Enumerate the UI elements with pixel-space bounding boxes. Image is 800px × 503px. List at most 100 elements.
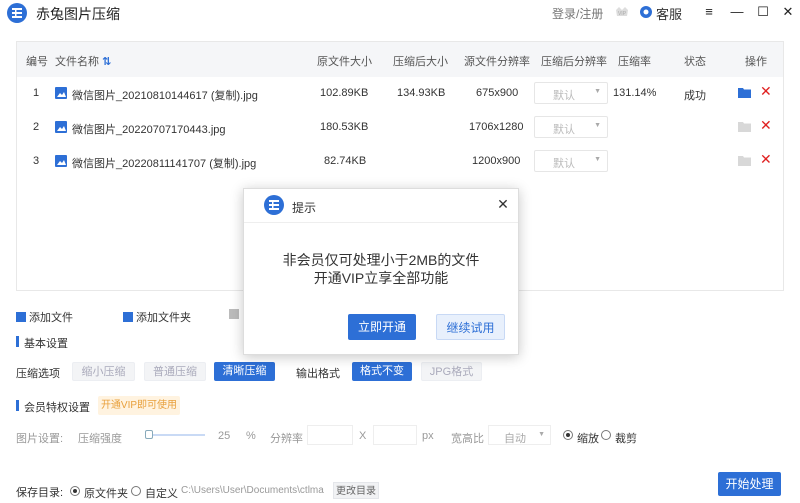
maximize-icon[interactable]: ☐ [755, 4, 771, 20]
strength-slider-handle[interactable] [145, 430, 153, 439]
image-settings-label: 图片设置: [16, 433, 64, 445]
scale-label: 缩放 [577, 433, 599, 445]
compress-options-label: 压缩选项 [16, 368, 60, 380]
app-logo-icon [7, 3, 27, 23]
save-path-field[interactable]: C:\Users\User\Documents\ctlma [181, 482, 327, 499]
open-vip-button[interactable]: 立即开通 [348, 314, 416, 340]
row-src-res: 675x900 [476, 87, 519, 99]
crop-radio[interactable] [601, 430, 611, 440]
dialog-message-line2: 开通VIP立享全部功能 [313, 270, 449, 286]
dialog-header: 提示 ✕ [244, 189, 518, 223]
header-orig-size: 原文件大小 [317, 56, 372, 68]
resolution-select[interactable]: 默认 ▼ [534, 150, 608, 172]
strength-slider-track[interactable] [145, 434, 205, 436]
shrink-compress-button[interactable]: 缩小压缩 [72, 362, 135, 381]
start-button[interactable]: 开始处理 [718, 472, 781, 496]
vip-tag[interactable]: 开通VIP即可使用 [98, 396, 180, 415]
keep-format-button[interactable]: 格式不变 [352, 362, 412, 381]
table-row[interactable]: 3 微信图片_20220811141707 (复制).jpg 82.74KB 1… [17, 145, 783, 179]
row-orig-size: 82.74KB [324, 155, 367, 167]
row-filename: 微信图片_20220811141707 (复制).jpg [72, 158, 257, 170]
height-input[interactable] [373, 425, 417, 445]
folder-icon [123, 312, 133, 322]
clear-compress-button[interactable]: 清晰压缩 [214, 362, 275, 381]
dialog-message-line1: 非会员仅可处理小于2MB的文件 [282, 252, 480, 268]
normal-compress-button[interactable]: 普通压缩 [144, 362, 206, 381]
header-actions: 操作 [745, 56, 767, 68]
resolution-select[interactable]: 默认 ▼ [534, 116, 608, 138]
open-folder-icon[interactable] [738, 155, 751, 166]
original-folder-label: 原文件夹 [84, 488, 128, 500]
row-index: 3 [33, 155, 40, 167]
row-comp-size: 134.93KB [397, 87, 446, 99]
row-index: 2 [33, 121, 40, 133]
svg-text:VIP: VIP [618, 11, 627, 17]
sort-icon[interactable]: ⇅ [102, 55, 111, 68]
open-folder-icon[interactable] [738, 121, 751, 132]
row-orig-size: 180.53KB [320, 121, 369, 133]
chevron-down-icon: ▼ [538, 431, 545, 438]
delete-icon[interactable]: ✕ [760, 84, 772, 98]
minimize-icon[interactable]: — [729, 4, 745, 20]
add-folder-button[interactable]: 添加文件夹 [123, 309, 191, 325]
percent-unit: % [246, 430, 256, 442]
vip-prompt-dialog: 提示 ✕ 非会员仅可处理小于2MB的文件 开通VIP立享全部功能 立即开通 继续… [243, 188, 519, 355]
clear-list-button[interactable] [229, 309, 242, 321]
customer-service-icon[interactable] [639, 5, 653, 19]
table-header: 编号 文件名称 ⇅ 原文件大小 压缩后大小 源文件分辨率 压缩后分辨率 压缩率 状… [17, 42, 783, 77]
delete-icon[interactable]: ✕ [760, 152, 772, 166]
px-unit: px [422, 430, 434, 442]
aspect-ratio-select[interactable]: 自动 ▼ [488, 425, 551, 445]
login-register-link[interactable]: 登录/注册 [552, 5, 603, 22]
row-src-res: 1706x1280 [469, 121, 524, 133]
custom-folder-radio[interactable] [131, 486, 141, 496]
dialog-title: 提示 [292, 201, 317, 215]
close-icon[interactable]: ✕ [496, 197, 510, 211]
add-file-icon [16, 312, 26, 322]
row-filename: 微信图片_20220707170443.jpg [72, 124, 226, 136]
image-file-icon [55, 121, 67, 133]
resolution-label: 分辨率 [270, 433, 303, 445]
header-comp-size: 压缩后大小 [393, 56, 448, 68]
strength-label: 压缩强度 [78, 433, 122, 445]
x-separator: X [359, 430, 367, 442]
image-file-icon [55, 155, 67, 167]
delete-icon[interactable]: ✕ [760, 118, 772, 132]
row-ratio: 131.14% [613, 87, 657, 99]
aspect-ratio-label: 宽高比 [451, 433, 484, 445]
row-filename: 微信图片_20210810144617 (复制).jpg [72, 90, 258, 102]
resolution-select[interactable]: 默认 ▼ [534, 82, 608, 104]
vip-settings-title: 会员特权设置 [16, 399, 90, 415]
row-status: 成功 [684, 90, 706, 102]
close-window-icon[interactable]: ✕ [780, 4, 796, 20]
menu-icon[interactable]: ≡ [701, 4, 717, 20]
scale-radio[interactable] [563, 430, 573, 440]
jpg-format-button[interactable]: JPG格式 [421, 362, 482, 381]
chevron-down-icon: ▼ [594, 156, 601, 163]
header-ratio: 压缩率 [618, 56, 651, 68]
header-status: 状态 [684, 56, 706, 68]
image-file-icon [55, 87, 67, 99]
original-folder-radio[interactable] [70, 486, 80, 496]
save-dir-label: 保存目录: [16, 487, 64, 499]
vip-icon[interactable]: VIP [613, 3, 631, 21]
change-dir-button[interactable]: 更改目录 [333, 482, 379, 499]
app-logo-icon [264, 195, 284, 215]
table-row[interactable]: 1 微信图片_20210810144617 (复制).jpg 102.89KB … [17, 77, 783, 111]
table-row[interactable]: 2 微信图片_20220707170443.jpg 180.53KB 1706x… [17, 111, 783, 145]
width-input[interactable] [307, 425, 353, 445]
strength-value: 25 [218, 430, 231, 442]
crop-label: 裁剪 [615, 433, 637, 445]
open-folder-icon[interactable] [738, 87, 751, 98]
row-orig-size: 102.89KB [320, 87, 369, 99]
chevron-down-icon: ▼ [594, 88, 601, 95]
chevron-down-icon: ▼ [594, 122, 601, 129]
custom-folder-label: 自定义 [145, 488, 178, 500]
continue-trial-button[interactable]: 继续试用 [436, 314, 505, 340]
customer-service-link[interactable]: 客服 [656, 4, 682, 23]
header-src-res: 源文件分辨率 [464, 56, 530, 68]
app-title: 赤兔图片压缩 [36, 6, 120, 22]
header-filename[interactable]: 文件名称 ⇅ [55, 53, 111, 69]
header-index: 编号 [26, 56, 48, 68]
add-file-button[interactable]: 添加文件 [16, 309, 73, 325]
